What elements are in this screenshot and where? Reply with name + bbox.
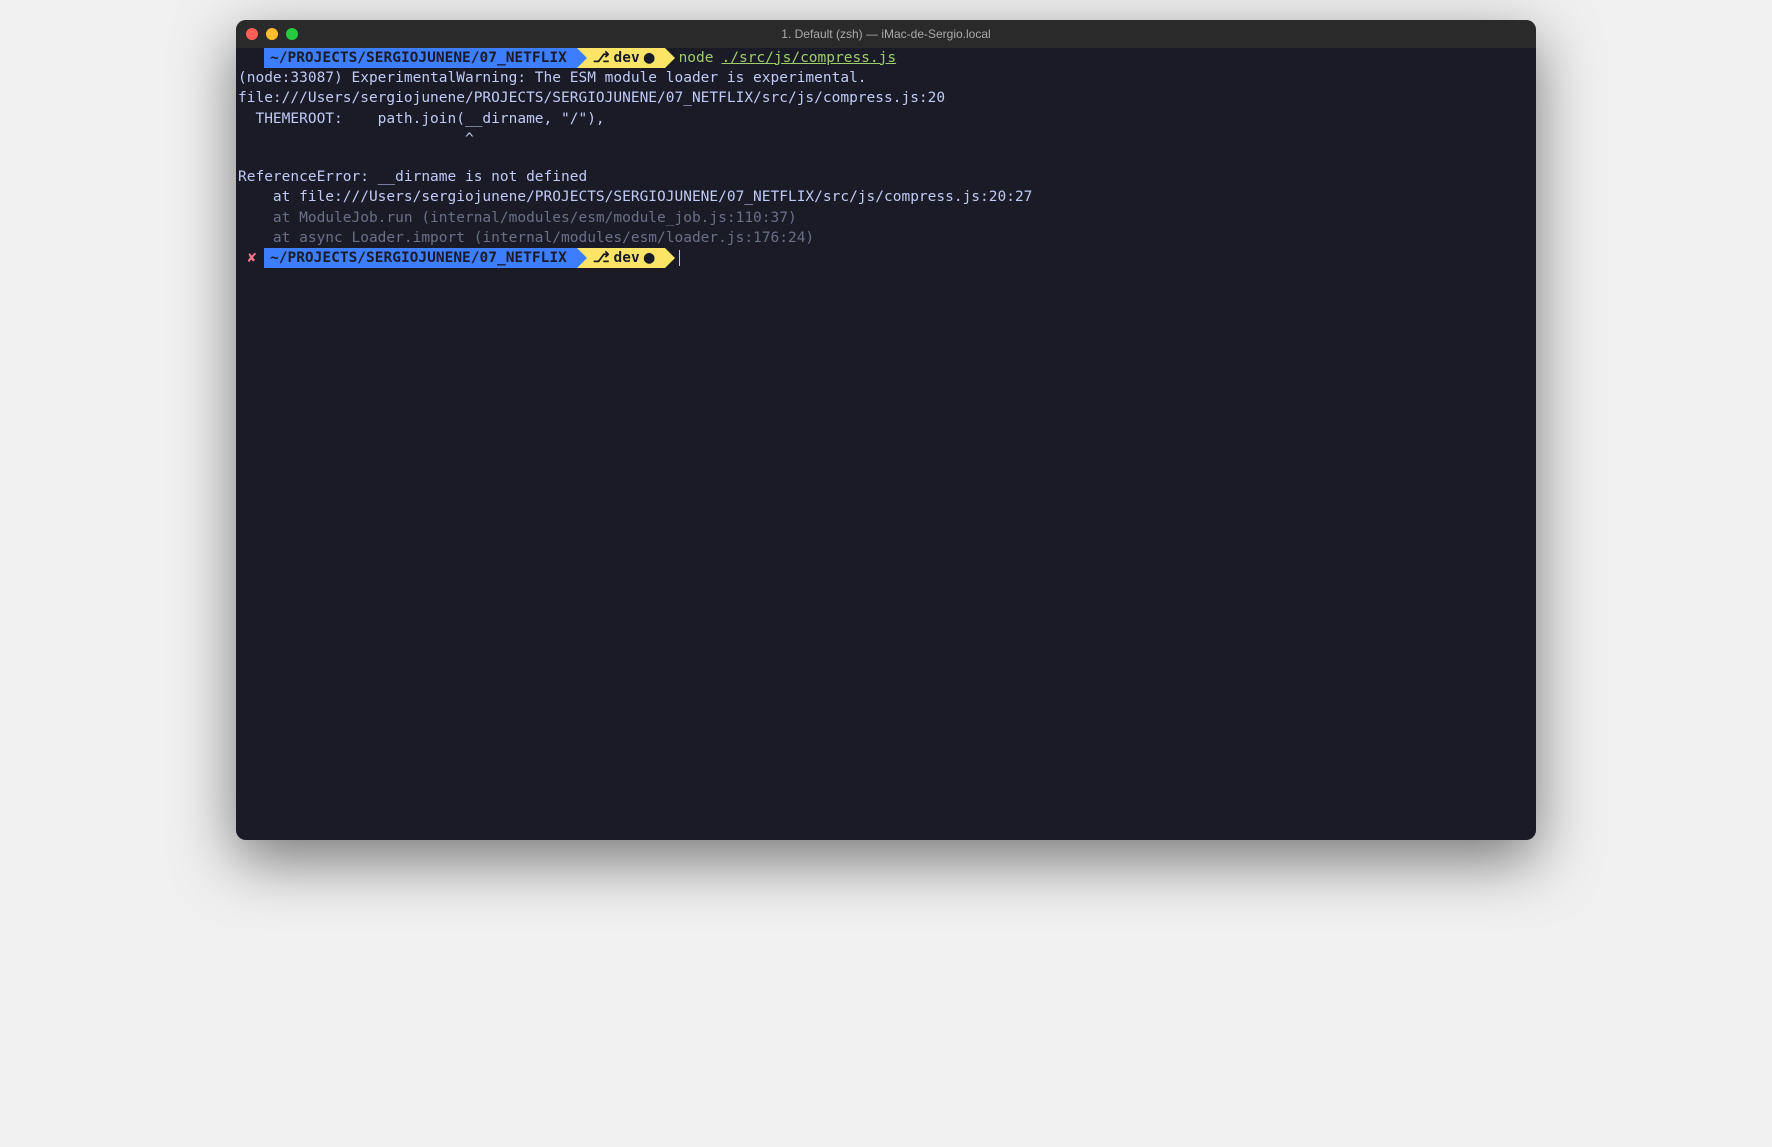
prompt-line-2: ✘ ~/PROJECTS/SERGIOJUNENE/07_NETFLIX ⎇ d… [236, 248, 1536, 268]
path-segment: ~/PROJECTS/SERGIOJUNENE/07_NETFLIX [264, 248, 577, 268]
minimize-icon[interactable] [266, 28, 278, 40]
path-segment: ~/PROJECTS/SERGIOJUNENE/07_NETFLIX [264, 48, 577, 68]
output-line-dim: at ModuleJob.run (internal/modules/esm/m… [236, 208, 1536, 228]
cwd-path: ~/PROJECTS/SERGIOJUNENE/07_NETFLIX [270, 48, 567, 68]
terminal-window: 1. Default (zsh) — iMac-de-Sergio.local … [236, 20, 1536, 840]
traffic-lights [246, 28, 298, 40]
command-arg: ./src/js/compress.js [722, 48, 897, 68]
branch-icon: ⎇ [593, 248, 610, 268]
prompt-line-1: ~/PROJECTS/SERGIOJUNENE/07_NETFLIX ⎇ dev… [236, 48, 1536, 68]
fullscreen-icon[interactable] [286, 28, 298, 40]
output-line: THEMEROOT: path.join(__dirname, "/"), [236, 109, 1536, 129]
git-segment: ⎇ dev ● [577, 248, 665, 268]
titlebar[interactable]: 1. Default (zsh) — iMac-de-Sergio.local [236, 20, 1536, 48]
window-title: 1. Default (zsh) — iMac-de-Sergio.local [246, 27, 1526, 41]
output-line-dim: at async Loader.import (internal/modules… [236, 228, 1536, 248]
command-area: node ./src/js/compress.js [679, 48, 897, 68]
output-line: ReferenceError: __dirname is not defined [236, 167, 1536, 187]
output-line: (node:33087) ExperimentalWarning: The ES… [236, 68, 1536, 88]
output-line-blank [236, 149, 1536, 167]
error-status-icon: ✘ [242, 248, 262, 268]
close-icon[interactable] [246, 28, 258, 40]
branch-icon: ⎇ [593, 48, 610, 68]
output-line: ^ [236, 129, 1536, 149]
git-branch: dev [614, 248, 640, 268]
git-segment: ⎇ dev ● [577, 48, 665, 68]
cwd-path: ~/PROJECTS/SERGIOJUNENE/07_NETFLIX [270, 248, 567, 268]
output-line: file:///Users/sergiojunene/PROJECTS/SERG… [236, 88, 1536, 108]
cursor [679, 250, 681, 266]
git-branch: dev [614, 48, 640, 68]
command-name: node [679, 48, 714, 68]
output-line: at file:///Users/sergiojunene/PROJECTS/S… [236, 187, 1536, 207]
terminal-body[interactable]: ~/PROJECTS/SERGIOJUNENE/07_NETFLIX ⎇ dev… [236, 48, 1536, 840]
